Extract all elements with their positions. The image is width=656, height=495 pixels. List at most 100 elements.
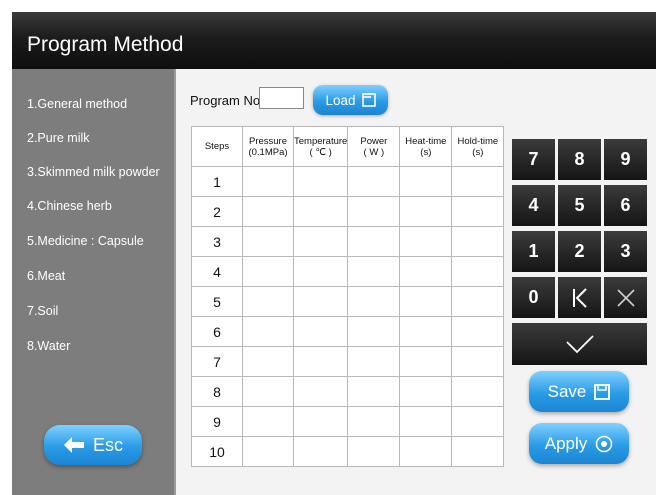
key-7[interactable]: 7 [512, 139, 555, 180]
header-hold-time: Hold-time (s) [451, 126, 505, 167]
program-no-input[interactable] [259, 87, 304, 109]
step-number: 6 [191, 316, 243, 347]
key-0[interactable]: 0 [512, 277, 555, 318]
temperature-cell[interactable] [292, 256, 349, 287]
hold-time-cell[interactable] [451, 406, 505, 437]
hold-time-cell[interactable] [451, 436, 505, 467]
sidebar-item-meat[interactable]: 6.Meat [27, 269, 65, 283]
heat-time-cell[interactable] [399, 256, 453, 287]
pressure-cell[interactable] [242, 166, 294, 197]
temperature-cell[interactable] [292, 406, 349, 437]
key-1[interactable]: 1 [512, 231, 555, 272]
apply-button[interactable]: Apply [529, 423, 629, 464]
pressure-cell[interactable] [242, 376, 294, 407]
heat-time-cell[interactable] [399, 436, 453, 467]
table-row: 5 [191, 286, 505, 317]
key-3[interactable]: 3 [604, 231, 647, 272]
temperature-cell[interactable] [292, 166, 349, 197]
temperature-cell[interactable] [292, 226, 349, 257]
pressure-cell[interactable] [242, 316, 294, 347]
key-6[interactable]: 6 [604, 185, 647, 226]
pressure-cell[interactable] [242, 346, 294, 377]
hold-time-cell[interactable] [451, 376, 505, 407]
pressure-cell[interactable] [242, 286, 294, 317]
apply-circle-icon [596, 435, 613, 452]
power-cell[interactable] [347, 316, 401, 347]
step-number: 2 [191, 196, 243, 227]
close-icon [616, 288, 635, 307]
esc-button[interactable]: Esc [44, 425, 142, 465]
heat-time-cell[interactable] [399, 226, 453, 257]
sidebar-item-medicine-capsule[interactable]: 5.Medicine : Capsule [27, 234, 144, 248]
program-no-label: Program No. [190, 93, 264, 108]
hold-time-cell[interactable] [451, 286, 505, 317]
temperature-cell[interactable] [292, 196, 349, 227]
key-8[interactable]: 8 [558, 139, 601, 180]
hold-time-cell[interactable] [451, 166, 505, 197]
table-row: 6 [191, 316, 505, 347]
heat-time-cell[interactable] [399, 406, 453, 437]
sidebar-item-general-method[interactable]: 1.General method [27, 97, 127, 111]
hold-time-cell[interactable] [451, 346, 505, 377]
power-cell[interactable] [347, 256, 401, 287]
heat-time-cell[interactable] [399, 376, 453, 407]
heat-time-cell[interactable] [399, 346, 453, 377]
header-power: Power ( W ) [347, 126, 401, 167]
temperature-cell[interactable] [292, 376, 349, 407]
key-4[interactable]: 4 [512, 185, 555, 226]
step-number: 9 [191, 406, 243, 437]
header-heat-time: Heat-time (s) [399, 126, 453, 167]
key-5[interactable]: 5 [558, 185, 601, 226]
temperature-cell[interactable] [292, 436, 349, 467]
method-sidebar: 1.General method 2.Pure milk 3.Skimmed m… [12, 69, 176, 495]
table-row: 10 [191, 436, 505, 467]
hold-time-cell[interactable] [451, 196, 505, 227]
temperature-cell[interactable] [292, 346, 349, 377]
pressure-cell[interactable] [242, 406, 294, 437]
heat-time-cell[interactable] [399, 316, 453, 347]
hold-time-cell[interactable] [451, 226, 505, 257]
folder-icon [361, 93, 376, 107]
step-number: 5 [191, 286, 243, 317]
sidebar-item-skimmed-milk-powder[interactable]: 3.Skimmed milk powder [27, 165, 160, 179]
heat-time-cell[interactable] [399, 196, 453, 227]
pressure-cell[interactable] [242, 226, 294, 257]
hold-time-cell[interactable] [451, 256, 505, 287]
temperature-cell[interactable] [292, 316, 349, 347]
sidebar-item-water[interactable]: 8.Water [27, 339, 70, 353]
heat-time-cell[interactable] [399, 286, 453, 317]
power-cell[interactable] [347, 286, 401, 317]
power-cell[interactable] [347, 226, 401, 257]
pressure-cell[interactable] [242, 196, 294, 227]
backspace-key[interactable] [558, 277, 601, 318]
power-cell[interactable] [347, 436, 401, 467]
header-pressure: Pressure (0.1MPa) [242, 126, 294, 167]
power-cell[interactable] [347, 166, 401, 197]
step-number: 7 [191, 346, 243, 377]
table-row: 7 [191, 346, 505, 377]
sidebar-item-pure-milk[interactable]: 2.Pure milk [27, 131, 90, 145]
power-cell[interactable] [347, 406, 401, 437]
power-cell[interactable] [347, 346, 401, 377]
power-cell[interactable] [347, 196, 401, 227]
pressure-cell[interactable] [242, 436, 294, 467]
load-button[interactable]: Load [313, 85, 388, 115]
apply-label: Apply [544, 433, 588, 453]
sidebar-item-chinese-herb[interactable]: 4.Chinese herb [27, 199, 112, 213]
backspace-icon [572, 287, 587, 308]
step-number: 1 [191, 166, 243, 197]
pressure-cell[interactable] [242, 256, 294, 287]
esc-label: Esc [92, 434, 123, 455]
step-number: 3 [191, 226, 243, 257]
clear-key[interactable] [604, 277, 647, 318]
save-button[interactable]: Save [529, 371, 629, 412]
sidebar-item-soil[interactable]: 7.Soil [27, 304, 58, 318]
confirm-key[interactable] [512, 323, 647, 365]
hold-time-cell[interactable] [451, 316, 505, 347]
key-9[interactable]: 9 [604, 139, 647, 180]
temperature-cell[interactable] [292, 286, 349, 317]
table-row: 1 [191, 166, 505, 197]
heat-time-cell[interactable] [399, 166, 453, 197]
power-cell[interactable] [347, 376, 401, 407]
key-2[interactable]: 2 [558, 231, 601, 272]
